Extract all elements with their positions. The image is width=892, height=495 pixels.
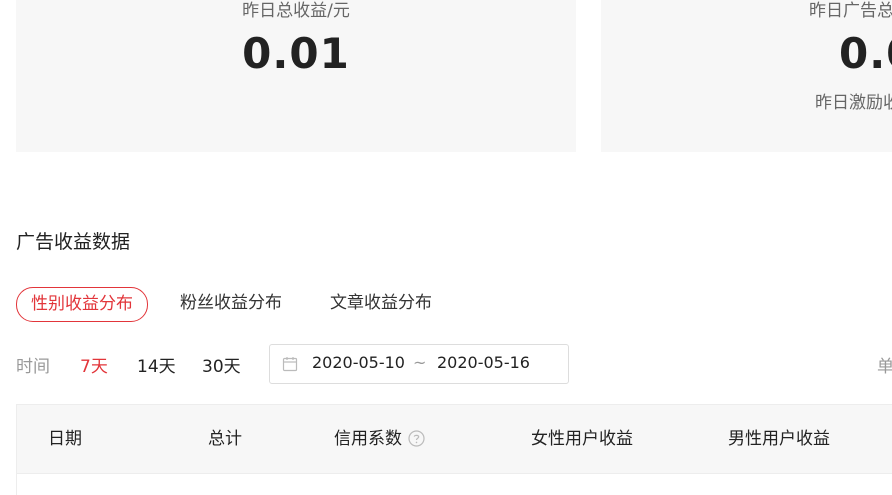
range-7-days[interactable]: 7天 — [80, 352, 108, 377]
section-title: 广告收益数据 — [16, 231, 131, 253]
income-table: 日期 总计 信用系数 女性用户收益 男性用户收益 — [16, 404, 892, 495]
column-credit-coefficient: 信用系数 — [334, 427, 425, 451]
incentive-income-label: 昨日激励收 — [815, 93, 892, 113]
ad-income-card: 昨日广告总 0.0 昨日激励收 — [601, 0, 892, 152]
column-female-income: 女性用户收益 — [531, 429, 633, 449]
range-30-days[interactable]: 30天 — [202, 352, 241, 377]
calendar-icon — [282, 357, 298, 372]
ad-income-value: 0.0 — [839, 29, 892, 78]
column-total: 总计 — [208, 429, 242, 449]
date-separator: ~ — [413, 353, 427, 372]
date-start[interactable]: 2020-05-10 — [312, 353, 405, 372]
tab-article-income[interactable]: 文章收益分布 — [330, 287, 432, 320]
column-date: 日期 — [48, 429, 82, 449]
help-icon[interactable] — [408, 430, 425, 447]
ad-income-label: 昨日广告总 — [809, 1, 892, 21]
total-income-card: 昨日总收益/元 0.01 — [16, 0, 576, 152]
tab-fans-income[interactable]: 粉丝收益分布 — [180, 287, 282, 320]
time-filter: 时间 7天 14天 30天 2020-05-10 ~ 2020-05-16 单 — [16, 344, 892, 384]
date-range-picker[interactable]: 2020-05-10 ~ 2020-05-16 — [269, 344, 569, 384]
time-label: 时间 — [16, 357, 50, 377]
tab-gender-income[interactable]: 性别收益分布 — [16, 287, 148, 322]
range-14-days[interactable]: 14天 — [137, 352, 176, 377]
total-income-label: 昨日总收益/元 — [242, 1, 350, 21]
date-end[interactable]: 2020-05-16 — [437, 353, 530, 372]
unit-label: 单 — [877, 357, 892, 377]
column-credit-coefficient-label: 信用系数 — [334, 429, 402, 449]
column-male-income: 男性用户收益 — [728, 429, 830, 449]
table-header: 日期 总计 信用系数 女性用户收益 男性用户收益 — [17, 405, 892, 474]
total-income-value: 0.01 — [242, 29, 350, 78]
